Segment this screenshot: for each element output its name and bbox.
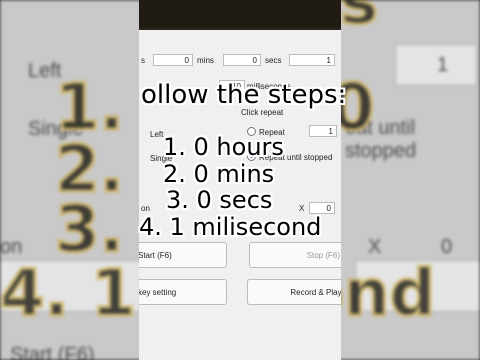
overlay-step-3: 3. 0 secs xyxy=(166,186,273,214)
overlay-header: ollow the steps: xyxy=(141,80,347,110)
bg-top-end: s xyxy=(338,0,379,39)
overlay-step-2: 2. 0 mins xyxy=(163,160,275,188)
stop-button-label: Stop (F6) xyxy=(306,251,340,260)
repeat-count-input[interactable]: 1 xyxy=(309,125,337,137)
record-playback-label: Record & Playb xyxy=(290,288,341,297)
mins-input[interactable]: 0 xyxy=(223,54,261,66)
mouse-button-label: Left xyxy=(150,130,164,139)
bg-left-value: 1 xyxy=(437,54,449,76)
secs-input[interactable]: 1 xyxy=(289,54,335,66)
bg-x-value: 0 xyxy=(441,236,453,258)
hours-input[interactable]: 0 xyxy=(153,54,193,66)
bg-x-label: X xyxy=(368,236,382,258)
stop-button[interactable]: Stop (F6) xyxy=(249,242,341,268)
hotkey-setting-button[interactable]: key setting xyxy=(139,279,227,305)
start-button[interactable]: Start (F6) xyxy=(139,242,227,268)
top-black-bar xyxy=(139,0,341,28)
hours-label: s xyxy=(141,56,145,65)
x-label: X xyxy=(299,204,305,213)
overlay-step-1: 1. 0 hours xyxy=(163,133,284,161)
bg-input-right xyxy=(395,44,477,86)
bg-start-label: Start (F6) xyxy=(10,344,95,360)
mins-label: mins xyxy=(197,56,214,65)
bg-on-label: on xyxy=(0,236,23,258)
cursor-position-label: on xyxy=(141,204,150,213)
overlay-step-4: 4. 1 milisecond xyxy=(139,213,322,241)
start-button-label: Start (F6) xyxy=(139,251,172,260)
hotkey-setting-label: key setting xyxy=(139,288,177,297)
secs-label: secs xyxy=(265,56,282,65)
record-playback-button[interactable]: Record & Playb xyxy=(247,279,341,305)
